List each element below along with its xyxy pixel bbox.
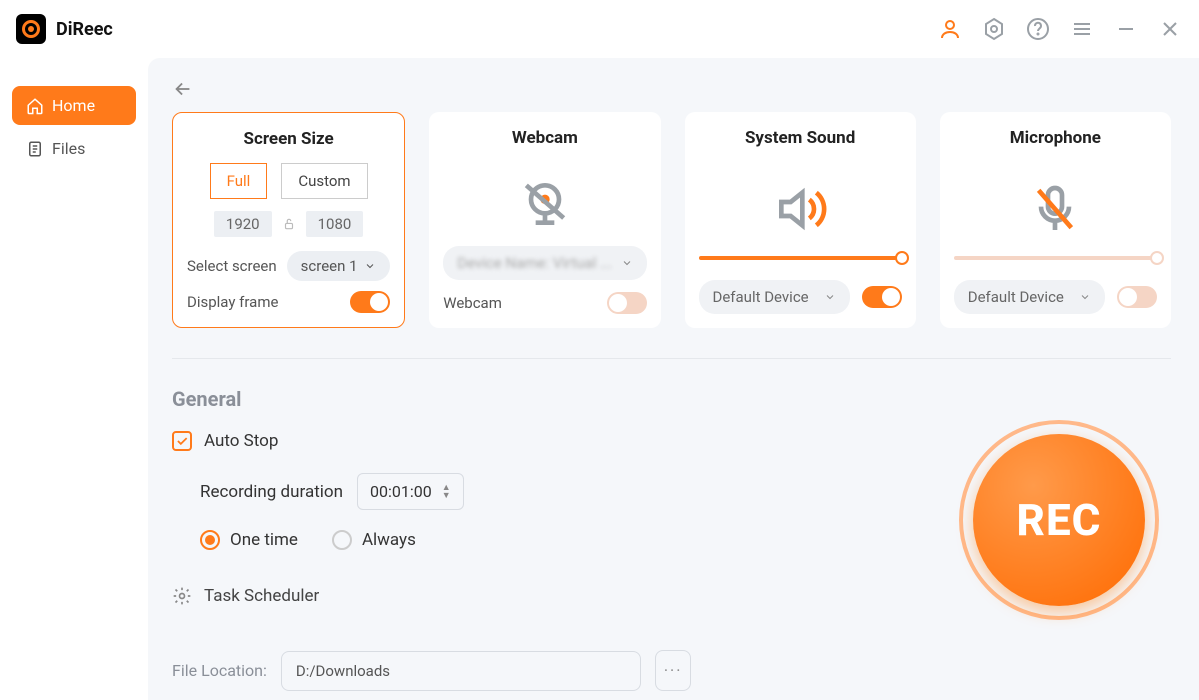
chevron-down-icon (824, 291, 836, 303)
display-frame-label: Display frame (187, 293, 278, 311)
screen-size-title: Screen Size (244, 129, 334, 149)
microphone-slider[interactable] (954, 256, 1157, 260)
one-time-label: One time (230, 530, 298, 550)
screen-custom-button[interactable]: Custom (281, 163, 367, 199)
speaker-icon (772, 181, 828, 237)
file-location-label: File Location: (172, 661, 267, 680)
divider (172, 358, 1171, 359)
webcam-device-dropdown[interactable]: Device Name: Virtual ... (443, 246, 646, 280)
screen-full-button[interactable]: Full (210, 163, 268, 199)
chevron-down-icon (1079, 291, 1091, 303)
card-microphone: Microphone Default Device (940, 112, 1171, 328)
auto-stop-label: Auto Stop (204, 431, 278, 451)
microphone-device-value: Default Device (968, 288, 1064, 306)
settings-icon[interactable] (981, 16, 1007, 42)
back-arrow-icon[interactable] (172, 78, 194, 100)
radio-one-time-indicator (200, 530, 220, 550)
card-webcam: Webcam Device Name: Virtual ... Webcam (429, 112, 660, 328)
menu-icon[interactable] (1069, 16, 1095, 42)
files-icon (26, 140, 44, 158)
lock-icon[interactable] (282, 217, 296, 231)
help-icon[interactable] (1025, 16, 1051, 42)
webcam-title: Webcam (512, 128, 578, 148)
microphone-toggle[interactable] (1117, 286, 1157, 308)
webcam-off-icon (517, 176, 573, 232)
minimize-icon[interactable] (1113, 16, 1139, 42)
webcam-device-value: Device Name: Virtual ... (457, 254, 612, 272)
general-heading: General (172, 387, 1171, 411)
chevron-down-icon (364, 260, 376, 272)
microphone-device-dropdown[interactable]: Default Device (954, 280, 1105, 314)
app-title: DiReec (56, 19, 113, 40)
webcam-label: Webcam (443, 294, 502, 312)
duration-value: 00:01:00 (370, 482, 432, 501)
microphone-title: Microphone (1010, 128, 1101, 148)
select-screen-value: screen 1 (301, 257, 358, 275)
close-icon[interactable] (1157, 16, 1183, 42)
always-label: Always (362, 530, 416, 550)
sidebar-files-label: Files (52, 139, 85, 158)
duration-stepper[interactable]: ▲▼ (442, 484, 451, 500)
select-screen-label: Select screen (187, 257, 277, 275)
radio-one-time[interactable]: One time (200, 530, 298, 550)
card-system-sound: System Sound Default Device (685, 112, 916, 328)
file-location-input[interactable]: D:/Downloads (281, 651, 641, 691)
chevron-down-icon (621, 257, 633, 269)
system-sound-device-dropdown[interactable]: Default Device (699, 280, 850, 314)
system-sound-title: System Sound (745, 128, 855, 148)
microphone-off-icon (1027, 181, 1083, 237)
record-button[interactable]: REC (973, 434, 1145, 606)
check-icon (175, 434, 189, 448)
radio-always[interactable]: Always (332, 530, 416, 550)
card-screen-size: Screen Size Full Custom 1920 1080 Select… (172, 112, 405, 328)
auto-stop-checkbox[interactable] (172, 431, 192, 451)
display-frame-toggle[interactable] (350, 291, 390, 313)
webcam-toggle[interactable] (607, 292, 647, 314)
select-screen-dropdown[interactable]: screen 1 (287, 251, 390, 281)
sidebar-item-files[interactable]: Files (12, 129, 136, 168)
duration-label: Recording duration (200, 482, 343, 502)
file-location-browse-button[interactable]: ··· (655, 650, 692, 691)
screen-width-value[interactable]: 1920 (214, 211, 272, 237)
system-sound-device-value: Default Device (713, 288, 809, 306)
task-scheduler-label: Task Scheduler (204, 586, 319, 606)
radio-always-indicator (332, 530, 352, 550)
gear-icon (172, 586, 192, 606)
sidebar-item-home[interactable]: Home (12, 86, 136, 125)
duration-input[interactable]: 00:01:00 ▲▼ (357, 473, 464, 510)
sidebar-home-label: Home (52, 96, 95, 115)
app-logo (16, 14, 46, 44)
system-sound-slider[interactable] (699, 256, 902, 260)
screen-height-value[interactable]: 1080 (306, 211, 364, 237)
system-sound-toggle[interactable] (862, 286, 902, 308)
home-icon (26, 97, 44, 115)
account-icon[interactable] (937, 16, 963, 42)
